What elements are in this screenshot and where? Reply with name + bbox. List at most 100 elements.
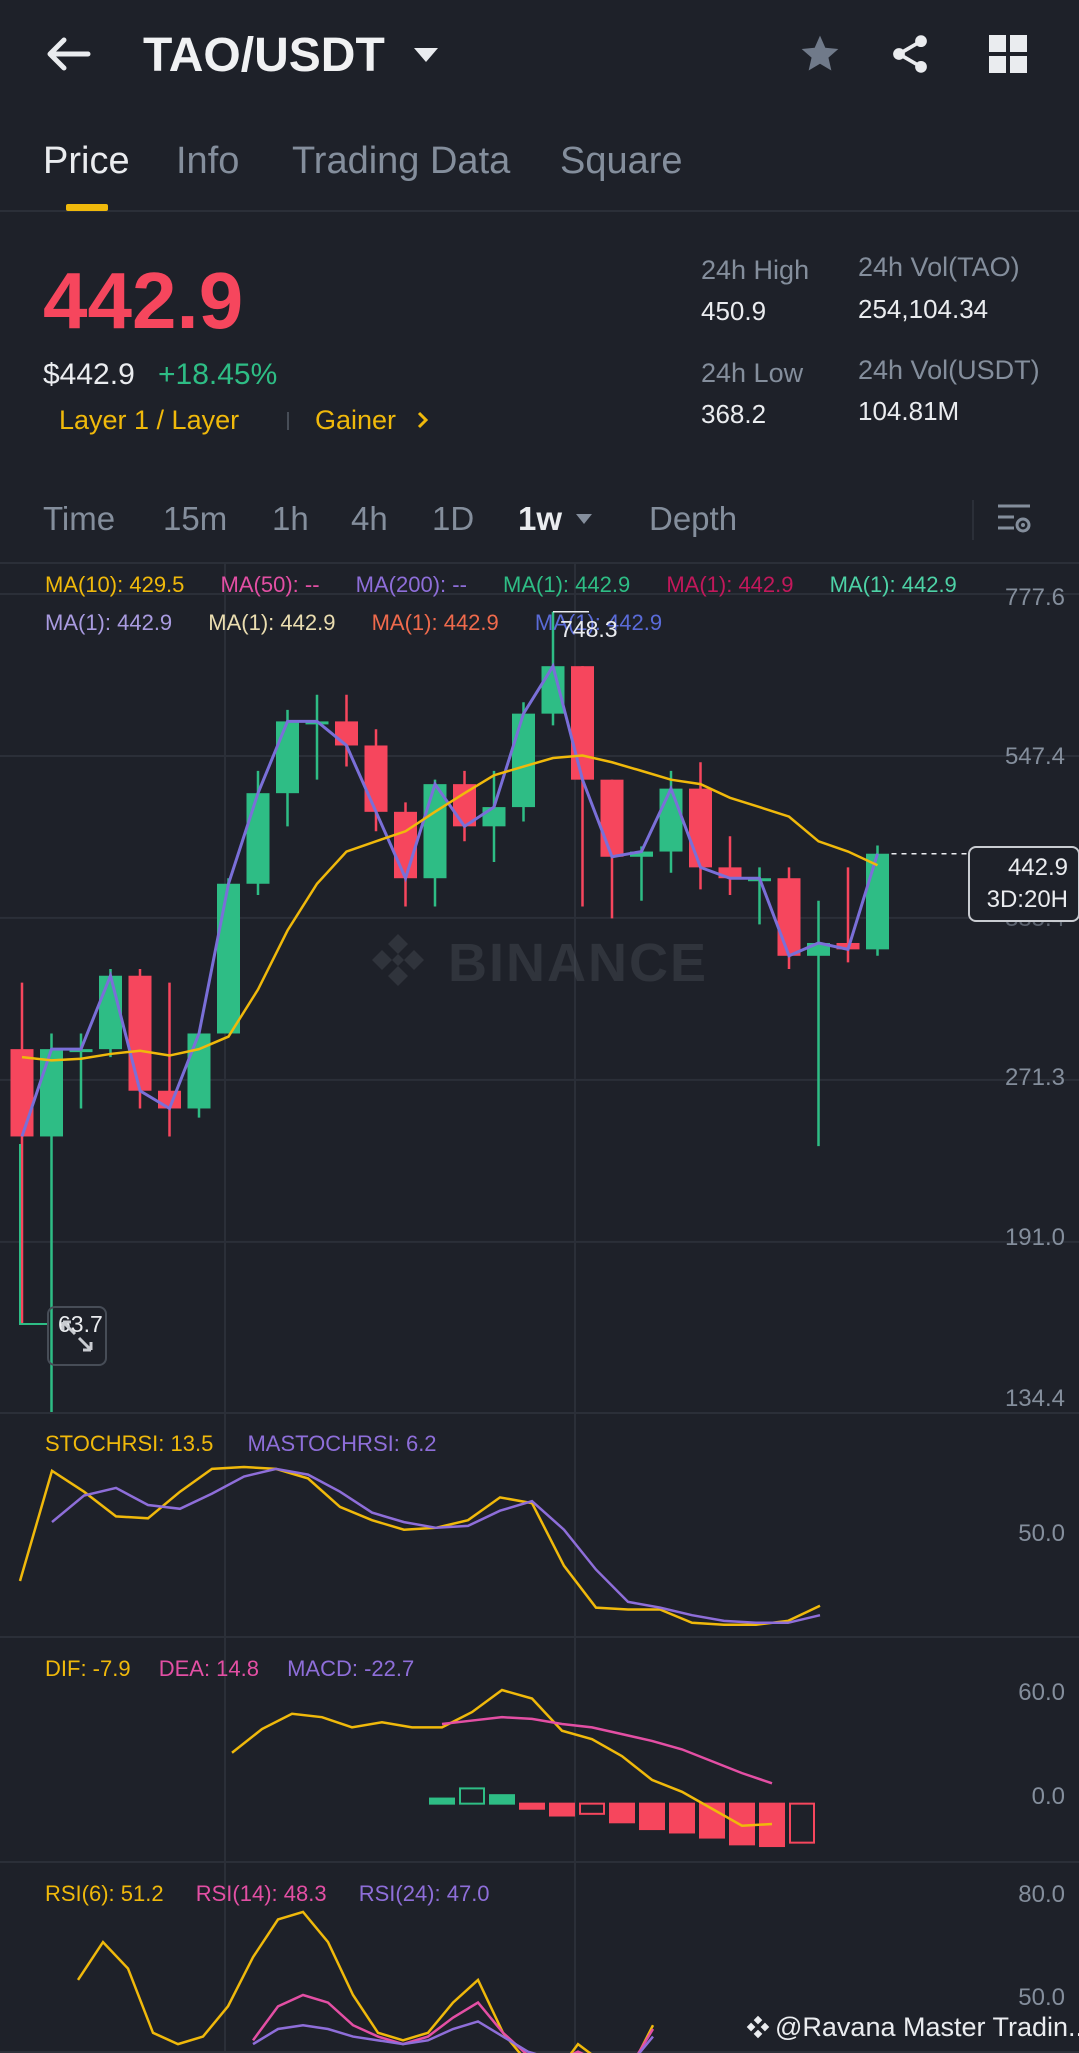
footer-credit-text: @Ravana Master Tradin... (775, 2012, 1079, 2042)
current-price-tag: 442.9 3D:20H (968, 846, 1079, 922)
footer-credit: @Ravana Master Tradin... (745, 2012, 1079, 2043)
stochrsi-legend: STOCHRSI: 13.5 MASTOCHRSI: 6.2 (45, 1431, 437, 1457)
candle-body (541, 666, 565, 714)
expand-icon (61, 1320, 93, 1352)
fullscreen-button[interactable] (47, 1306, 107, 1366)
vol-base-value: 254,104.34 (858, 294, 989, 324)
rsi24-label: RSI(24): 47.0 (358, 1881, 490, 1906)
rsi14-label: RSI(14): 48.3 (195, 1881, 327, 1906)
price-axis-label-2: 547.4 (1004, 743, 1065, 770)
candle-body (866, 853, 889, 950)
macd-axis-mid: 0.0 (1031, 1783, 1065, 1810)
share-icon[interactable] (888, 32, 932, 76)
rsi6-label: RSI(6): 51.2 (45, 1881, 164, 1906)
interval-1d[interactable]: 1D (432, 500, 474, 538)
back-arrow-icon[interactable] (44, 34, 94, 74)
mastochrsi-line (51, 1467, 821, 1625)
top-bar: TAO/USDT (0, 0, 1079, 110)
candle-body (40, 1049, 63, 1137)
ma1-label-f: MA(1): 442.9 (371, 610, 499, 635)
gainer-tag[interactable]: Gainer (315, 405, 396, 436)
interval-4h[interactable]: 4h (351, 500, 388, 538)
ma1-label-a: MA(1): 442.9 (503, 572, 631, 597)
tab-price[interactable]: Price (43, 140, 130, 183)
interval-divider (972, 500, 974, 540)
macd-histogram-bar (609, 1802, 635, 1824)
rsi-legend: RSI(6): 51.2 RSI(14): 48.3 RSI(24): 47.0 (45, 1881, 490, 1907)
candle-body (217, 883, 240, 1034)
low-marker-line (19, 1144, 48, 1325)
candle-body (246, 793, 270, 884)
interval-1w[interactable]: 1w (518, 500, 562, 538)
interval-caret-icon[interactable] (574, 512, 594, 526)
low-value: 368.2 (701, 399, 767, 429)
current-price-value: 442.9 (1007, 854, 1068, 881)
interval-bar: Time 15m 1h 4h 1D 1w Depth (0, 490, 1079, 550)
candle-body (777, 878, 801, 956)
candle-countdown: 3D:20H (986, 886, 1068, 913)
macd-label: MACD: -22.7 (287, 1656, 415, 1681)
dif-label: DIF: -7.9 (45, 1656, 131, 1681)
interval-1h[interactable]: 1h (272, 500, 309, 538)
candle-body (482, 807, 506, 827)
macd-histogram-bar (579, 1802, 605, 1815)
interval-15m[interactable]: 15m (163, 500, 227, 538)
candle-body (10, 1049, 34, 1137)
macd-histogram-bar (429, 1797, 455, 1805)
macd-histogram-bar (489, 1794, 515, 1805)
price-axis-label-6: 134.4 (1004, 1385, 1065, 1412)
macd-legend: DIF: -7.9 DEA: 14.8 MACD: -22.7 (45, 1656, 414, 1682)
category-tag[interactable]: Layer 1 / Layer (59, 405, 239, 436)
ma1-label-e: MA(1): 442.9 (208, 610, 336, 635)
candle-body (128, 975, 152, 1091)
ma1-label-d: MA(1): 442.9 (45, 610, 173, 635)
candle-body (512, 713, 535, 808)
price-axis-label-5: 191.0 (1004, 1224, 1065, 1251)
chart-settings-icon[interactable] (996, 500, 1032, 538)
rsi-axis-top: 80.0 (1018, 1881, 1065, 1908)
stochrsi-label: STOCHRSI: 13.5 (45, 1431, 214, 1456)
ma200-label: MA(200): -- (355, 572, 467, 597)
price-axis-label-1: 777.6 (1004, 584, 1065, 611)
ma50-label: MA(50): -- (220, 572, 320, 597)
caret-down-icon[interactable] (412, 46, 440, 64)
interval-depth[interactable]: Depth (649, 500, 737, 538)
active-tab-indicator (66, 204, 108, 211)
candle-body (394, 811, 417, 879)
macd-histogram-bar (639, 1802, 665, 1831)
tab-info[interactable]: Info (176, 140, 239, 183)
vol-quote-value: 104.81M (858, 396, 960, 426)
vol-base-label: 24h Vol(TAO) (858, 252, 1020, 282)
tag-divider (287, 412, 289, 430)
binance-logo-icon (372, 934, 424, 986)
high-label: 24h High (701, 255, 810, 285)
interval-time[interactable]: Time (43, 500, 115, 538)
rsi-axis-mid: 50.0 (1018, 1984, 1065, 2011)
macd-histogram-bar (519, 1802, 545, 1810)
price-axis-label-4: 271.3 (1004, 1064, 1065, 1091)
usd-price: $442.9 (43, 358, 135, 391)
pair-title[interactable]: TAO/USDT (143, 28, 385, 83)
ma1-label-c: MA(1): 442.9 (829, 572, 957, 597)
binance-small-icon (746, 2015, 770, 2039)
high-marker-label: 748.3 (560, 616, 618, 642)
macd-histogram-bar (459, 1787, 485, 1805)
grid-menu-icon[interactable] (988, 34, 1028, 74)
stochrsi-line (18, 1465, 821, 1626)
candle-body (659, 788, 683, 852)
stochrsi-axis-label: 50.0 (1018, 1520, 1065, 1547)
tab-square[interactable]: Square (560, 140, 683, 183)
chevron-right-icon[interactable] (416, 410, 430, 430)
star-icon[interactable] (798, 32, 842, 76)
candle-body (571, 666, 594, 780)
ma-legend-row-1: MA(10): 429.5 MA(50): -- MA(200): -- MA(… (45, 572, 957, 598)
section-tabs: Price Info Trading Data Square (0, 130, 1079, 212)
candle-body (689, 788, 712, 868)
ma1-label-b: MA(1): 442.9 (666, 572, 794, 597)
ma10-label: MA(10): 429.5 (45, 572, 185, 597)
candle-body (335, 721, 358, 746)
mastochrsi-label: MASTOCHRSI: 6.2 (247, 1431, 437, 1456)
macd-histogram-bar (669, 1802, 695, 1834)
price-change: +18.45% (158, 358, 278, 391)
tab-trading-data[interactable]: Trading Data (292, 140, 510, 183)
